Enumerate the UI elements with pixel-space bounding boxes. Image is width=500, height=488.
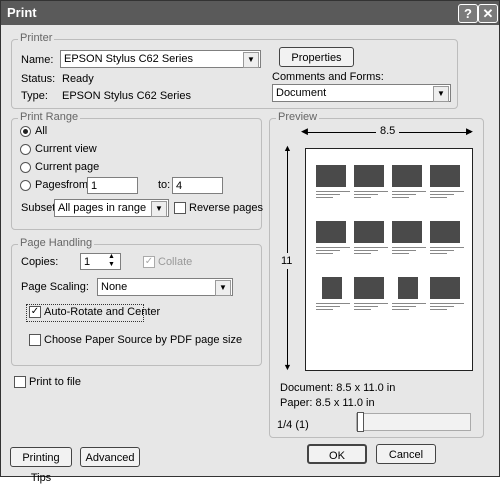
page-slider-thumb[interactable]: [357, 412, 364, 432]
photo-thumbnail: [316, 221, 346, 243]
width-arrow-left-icon: ◀: [301, 126, 308, 136]
photo-thumbnail: [392, 165, 422, 187]
chevron-down-icon: ▼: [243, 52, 259, 68]
reverse-pages-checkbox[interactable]: [174, 202, 186, 214]
status-label: Status:: [21, 73, 56, 85]
chevron-down-icon: ▼: [215, 280, 231, 296]
subset-select[interactable]: All pages in range ▼: [54, 199, 169, 217]
paper-source-checkbox[interactable]: [29, 334, 41, 346]
pages-to-label: to:: [158, 179, 171, 191]
photo-caption: [354, 245, 388, 255]
collate-checkbox[interactable]: ✓: [143, 256, 155, 268]
window-title: Print: [7, 5, 37, 20]
print-dialog: Print ? ✕ Printer Name: EPSON Stylus C62…: [0, 0, 500, 484]
chevron-down-icon: ▼: [433, 86, 449, 102]
radio-current-page-label: Current page: [35, 161, 100, 173]
collate-label: Collate: [158, 256, 193, 268]
type-value: EPSON Stylus C62 Series: [62, 90, 191, 102]
preview-group-label: Preview: [276, 111, 320, 123]
print-range-group-label: Print Range: [18, 111, 81, 123]
print-to-file-label: Print to file: [29, 376, 81, 388]
subset-value: All pages in range: [58, 202, 147, 214]
height-label: 11: [281, 253, 293, 269]
photo-thumbnail: [354, 277, 384, 299]
height-arrow-down-icon: ▼: [283, 362, 292, 372]
autorotate-checkbox[interactable]: ✓: [29, 306, 41, 318]
print-to-file-checkbox[interactable]: [14, 376, 26, 388]
page-slider-track[interactable]: [356, 413, 471, 431]
page-scaling-value: None: [101, 281, 128, 293]
photo-thumbnail: [430, 165, 460, 187]
width-label: 8.5: [376, 125, 400, 137]
advanced-button[interactable]: Advanced: [80, 447, 140, 467]
photo-thumbnail: [430, 277, 460, 299]
radio-all-label: All: [35, 125, 48, 137]
photo-caption: [430, 301, 464, 311]
page-indicator: 1/4 (1): [277, 419, 309, 431]
radio-current-page[interactable]: [20, 162, 31, 173]
photo-thumbnail: [392, 221, 422, 243]
comments-forms-value: Document: [276, 87, 327, 99]
preview-page: [305, 148, 473, 371]
photo-thumbnail: [398, 277, 418, 299]
pages-to-input[interactable]: 4: [172, 177, 223, 194]
height-arrow-up-icon: ▲: [283, 143, 292, 153]
type-label: Type:: [21, 90, 48, 102]
help-button[interactable]: ?: [458, 4, 478, 23]
photo-caption: [316, 189, 350, 199]
photo-caption: [392, 189, 426, 199]
ok-button[interactable]: OK: [307, 444, 367, 464]
photo-thumbnail: [354, 221, 384, 243]
title-bar: Print ? ✕: [1, 1, 499, 25]
chevron-down-icon: ▼: [151, 201, 167, 217]
printing-tips-button[interactable]: Printing Tips: [10, 447, 72, 484]
photo-thumbnail: [316, 165, 346, 187]
radio-current-view[interactable]: [20, 144, 31, 155]
spinner-icon[interactable]: ▲ ▼: [108, 253, 115, 269]
document-size: Document: 8.5 x 11.0 in: [280, 382, 396, 394]
comments-forms-select[interactable]: Document ▼: [272, 84, 451, 102]
preview-content: [314, 159, 464, 359]
radio-all[interactable]: [20, 126, 31, 137]
photo-caption: [430, 189, 464, 199]
paper-size: Paper: 8.5 x 11.0 in: [280, 397, 375, 409]
photo-caption: [316, 245, 350, 255]
photo-caption: [430, 245, 464, 255]
copies-label: Copies:: [21, 256, 59, 268]
subset-label: Subset:: [21, 202, 59, 214]
page-handling-group-label: Page Handling: [18, 237, 95, 249]
photo-caption: [354, 189, 388, 199]
copies-value: 1: [84, 256, 91, 268]
name-label: Name:: [21, 54, 54, 66]
photo-caption: [354, 301, 388, 311]
radio-current-view-label: Current view: [35, 143, 97, 155]
radio-pages[interactable]: [20, 180, 31, 191]
photo-thumbnail: [354, 165, 384, 187]
width-arrow-right-icon: ▶: [466, 126, 473, 136]
printer-name-value: EPSON Stylus C62 Series: [64, 53, 193, 65]
pages-from-input[interactable]: 1: [87, 177, 138, 194]
photo-thumbnail: [430, 221, 460, 243]
comments-forms-label: Comments and Forms:: [272, 71, 384, 83]
paper-source-label: Choose Paper Source by PDF page size: [44, 334, 243, 346]
status-value: Ready: [62, 73, 94, 85]
autorotate-label: Auto-Rotate and Center: [44, 306, 161, 318]
photo-caption: [392, 245, 426, 255]
close-button[interactable]: ✕: [478, 4, 498, 23]
radio-pages-label: Pages: [35, 179, 67, 191]
page-scaling-label: Page Scaling:: [21, 281, 89, 293]
properties-button[interactable]: Properties: [279, 47, 354, 67]
cancel-button[interactable]: Cancel: [376, 444, 436, 464]
photo-caption: [392, 301, 426, 311]
page-scaling-select[interactable]: None ▼: [97, 278, 233, 296]
photo-thumbnail: [322, 277, 342, 299]
printer-group-label: Printer: [18, 32, 55, 44]
photo-caption: [316, 301, 350, 311]
printer-name-select[interactable]: EPSON Stylus C62 Series ▼: [60, 50, 261, 68]
reverse-pages-label: Reverse pages: [189, 202, 263, 214]
